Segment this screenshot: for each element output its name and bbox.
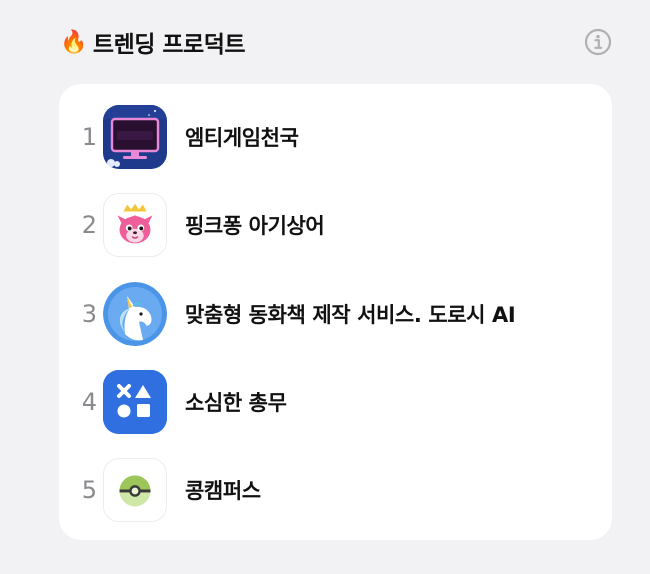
product-name: 맞춤형 동화책 제작 서비스. 도로시 AI <box>185 303 516 327</box>
rank-number: 1 <box>81 123 97 151</box>
product-name: 엠티게임천국 <box>185 126 299 150</box>
product-name: 콩캠퍼스 <box>185 479 261 503</box>
product-row-3[interactable]: 3 맞춤형 동화책 제작 서비스. 도로시 AI <box>59 281 612 347</box>
section-title-text: 트렌딩 프로덕트 <box>92 32 246 58</box>
product-row-1[interactable]: 1 엠티게임천국 <box>59 104 612 170</box>
pink-fox-app-icon <box>103 193 167 257</box>
info-icon <box>584 28 612 56</box>
info-button[interactable] <box>584 28 612 56</box>
product-name: 핑크퐁 아기상어 <box>185 214 325 238</box>
rank-number: 5 <box>81 476 97 504</box>
rank-number: 4 <box>81 388 97 416</box>
product-row-5[interactable]: 5 콩캠퍼스 <box>59 457 612 523</box>
rank-number: 2 <box>81 211 97 239</box>
section-header: 🔥 트렌딩 프로덕트 <box>60 24 612 60</box>
tv-screen-app-icon <box>103 105 167 169</box>
product-name: 소심한 총무 <box>185 391 287 415</box>
section-title: 🔥 트렌딩 프로덕트 <box>60 25 246 59</box>
unicorn-app-icon <box>103 282 167 346</box>
trending-products-card: 1 엠티게임천국 2 핑크퐁 아기상어 3 맞춤형 동화책 제작 서비스. 도로… <box>59 84 612 540</box>
shapes-app-icon <box>103 370 167 434</box>
rank-number: 3 <box>81 300 97 328</box>
fire-icon: 🔥 <box>60 29 87 55</box>
product-row-2[interactable]: 2 핑크퐁 아기상어 <box>59 192 612 258</box>
green-ball-app-icon <box>103 458 167 522</box>
product-row-4[interactable]: 4 소심한 총무 <box>59 369 612 435</box>
